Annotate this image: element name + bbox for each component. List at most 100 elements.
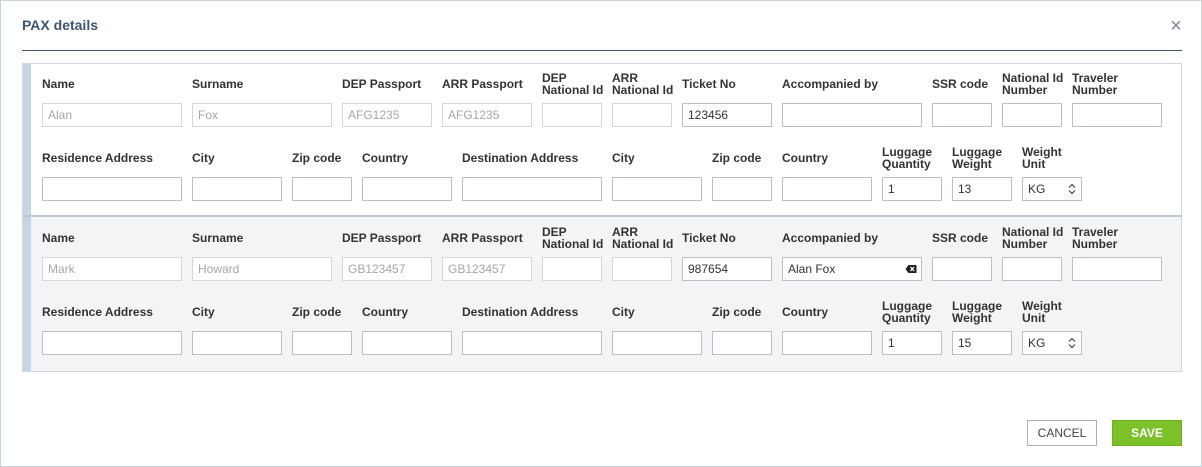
arr-passport-label: ARR Passport (442, 231, 523, 245)
save-button[interactable]: SAVE (1112, 420, 1182, 446)
residence-zip-field[interactable] (292, 331, 352, 355)
residence-country-label: Country (362, 151, 408, 165)
luggage-quantity-label-line2: Quantity (882, 311, 931, 325)
national-id-number-field[interactable] (1002, 257, 1062, 281)
cancel-button[interactable]: CANCEL (1027, 420, 1097, 446)
surname-field[interactable]: Howard (192, 257, 332, 281)
destination-address-field[interactable] (462, 177, 602, 201)
destination-country-field[interactable] (782, 331, 872, 355)
residence-country-label: Country (362, 305, 408, 319)
national-id-number-label-line2: Number (1002, 237, 1048, 251)
surname-field[interactable]: Fox (192, 103, 332, 127)
residence-address-field[interactable] (42, 177, 182, 201)
luggage-weight-field[interactable]: 13 (952, 177, 1012, 201)
ticket-no-label: Ticket No (682, 231, 736, 245)
weight-unit-select[interactable]: KG (1022, 331, 1082, 355)
destination-address-label: Destination Address (462, 305, 579, 319)
traveler-number-label-line2: Number (1072, 237, 1118, 251)
destination-country-label: Country (782, 305, 828, 319)
passenger-block-marker (23, 64, 31, 215)
close-icon[interactable]: × (1167, 16, 1185, 36)
dep-national-id-label-line2: National Id (542, 237, 604, 251)
arr-passport-label: ARR Passport (442, 77, 523, 91)
traveler-number-field[interactable] (1072, 257, 1162, 281)
destination-city-field[interactable] (612, 331, 702, 355)
arr-national-id-field[interactable] (612, 257, 672, 281)
luggage-weight-field[interactable]: 15 (952, 331, 1012, 355)
luggage-weight-label-line2: Weight (952, 157, 992, 171)
accompanied-by-value: Alan Fox (788, 262, 836, 276)
passenger-block-1: Name Surname DEP Passport ARR Passport D… (22, 63, 1182, 217)
destination-zip-field[interactable] (712, 331, 772, 355)
destination-country-label: Country (782, 151, 828, 165)
dep-national-id-label-line2: National Id (542, 83, 604, 97)
destination-zip-label: Zip code (712, 305, 762, 319)
weight-unit-value: KG (1028, 182, 1046, 196)
residence-address-field[interactable] (42, 331, 182, 355)
name-label: Name (42, 231, 75, 245)
backspace-clear-icon[interactable] (905, 263, 917, 275)
residence-city-field[interactable] (192, 177, 282, 201)
luggage-quantity-field[interactable]: 1 (882, 177, 942, 201)
destination-country-field[interactable] (782, 177, 872, 201)
dep-passport-field[interactable]: AFG1235 (342, 103, 432, 127)
accompanied-by-field[interactable] (782, 103, 922, 127)
dep-passport-label: DEP Passport (342, 77, 422, 91)
residence-address-label: Residence Address (42, 305, 153, 319)
weight-unit-value: KG (1028, 336, 1046, 350)
arr-national-id-label-line2: National Id (612, 237, 674, 251)
ticket-no-field[interactable]: 123456 (682, 103, 772, 127)
residence-zip-field[interactable] (292, 177, 352, 201)
destination-zip-label: Zip code (712, 151, 762, 165)
weight-unit-label-line2: Unit (1022, 157, 1046, 171)
luggage-weight-label-line2: Weight (952, 311, 992, 325)
ssr-code-field[interactable] (932, 257, 992, 281)
surname-label: Surname (192, 231, 244, 245)
ssr-code-label: SSR code (932, 77, 989, 91)
destination-city-label: City (612, 151, 635, 165)
updown-arrows-icon (1068, 183, 1076, 195)
luggage-quantity-field[interactable]: 1 (882, 331, 942, 355)
arr-national-id-label-line2: National Id (612, 83, 674, 97)
destination-city-field[interactable] (612, 177, 702, 201)
ticket-no-label: Ticket No (682, 77, 736, 91)
dep-passport-field[interactable]: GB123457 (342, 257, 432, 281)
ssr-code-label: SSR code (932, 231, 989, 245)
weight-unit-select[interactable]: KG (1022, 177, 1082, 201)
dep-national-id-field[interactable] (542, 103, 602, 127)
title-divider (22, 50, 1182, 51)
dep-passport-label: DEP Passport (342, 231, 422, 245)
passenger-block-2: Name Surname DEP Passport ARR Passport D… (22, 217, 1182, 372)
traveler-number-field[interactable] (1072, 103, 1162, 127)
destination-address-label: Destination Address (462, 151, 579, 165)
surname-label: Surname (192, 77, 244, 91)
arr-national-id-field[interactable] (612, 103, 672, 127)
dep-national-id-field[interactable] (542, 257, 602, 281)
arr-passport-field[interactable]: GB123457 (442, 257, 532, 281)
dialog-title: PAX details (22, 17, 98, 33)
ticket-no-field[interactable]: 987654 (682, 257, 772, 281)
residence-country-field[interactable] (362, 331, 452, 355)
accompanied-by-label: Accompanied by (782, 231, 879, 245)
destination-address-field[interactable] (462, 331, 602, 355)
weight-unit-label-line2: Unit (1022, 311, 1046, 325)
residence-city-label: City (192, 151, 215, 165)
name-field[interactable]: Mark (42, 257, 182, 281)
destination-city-label: City (612, 305, 635, 319)
passenger-block-marker (23, 217, 31, 371)
traveler-number-label-line2: Number (1072, 83, 1118, 97)
accompanied-by-field[interactable]: Alan Fox (782, 257, 922, 281)
national-id-number-label-line2: Number (1002, 83, 1048, 97)
residence-address-label: Residence Address (42, 151, 153, 165)
national-id-number-field[interactable] (1002, 103, 1062, 127)
residence-city-field[interactable] (192, 331, 282, 355)
ssr-code-field[interactable] (932, 103, 992, 127)
residence-city-label: City (192, 305, 215, 319)
arr-passport-field[interactable]: AFG1235 (442, 103, 532, 127)
luggage-quantity-label-line2: Quantity (882, 157, 931, 171)
pax-details-dialog: PAX details × Name Surname DEP Passport … (0, 0, 1202, 467)
name-field[interactable]: Alan (42, 103, 182, 127)
name-label: Name (42, 77, 75, 91)
destination-zip-field[interactable] (712, 177, 772, 201)
residence-country-field[interactable] (362, 177, 452, 201)
